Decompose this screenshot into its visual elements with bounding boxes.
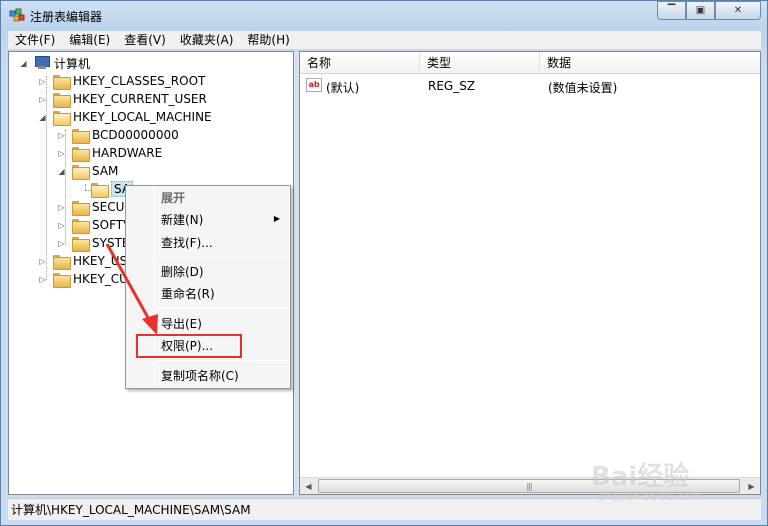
scroll-right-icon[interactable]: ▶	[743, 478, 760, 494]
folder-icon	[53, 254, 71, 270]
minimize-icon: ▔	[667, 5, 676, 16]
column-type[interactable]: 类型	[420, 52, 540, 74]
folder-icon	[72, 128, 90, 144]
tree-node-label: HARDWARE	[92, 146, 163, 160]
folder-open-icon	[53, 110, 71, 126]
registry-editor-window: 注册表编辑器 ▔ ▣ ✕ 文件(F) 编辑(E) 查看(V) 收藏夹(A) 帮助…	[0, 0, 768, 526]
tree-node-software[interactable]: ▷ SOFTV	[57, 216, 131, 234]
close-button[interactable]: ✕	[715, 1, 761, 20]
menu-separator	[156, 257, 288, 258]
window-title: 注册表编辑器	[30, 10, 103, 24]
caption-buttons: ▔ ▣ ✕	[657, 1, 761, 21]
tree-node-label: HKEY_CU	[73, 272, 128, 286]
tree-node-computer[interactable]: ◢ 计算机	[19, 54, 90, 72]
tree-node-security[interactable]: ▷ SECUI	[57, 198, 128, 216]
value-type: REG_SZ	[428, 79, 476, 93]
tree-node-label: SAM	[92, 164, 119, 178]
tree-node-label: 计算机	[54, 56, 91, 71]
value-name: (默认)	[326, 81, 360, 95]
tree-node-label: HKEY_LOCAL_MACHINE	[73, 110, 212, 124]
column-name[interactable]: 名称	[300, 52, 420, 74]
expand-icon[interactable]: ▷	[38, 95, 47, 104]
folder-icon	[53, 92, 71, 108]
tree-node-hku[interactable]: ▷ HKEY_US	[38, 252, 127, 270]
folder-icon	[72, 200, 90, 216]
menu-view[interactable]: 查看(V)	[117, 31, 173, 50]
scroll-left-icon[interactable]: ◀	[300, 478, 317, 494]
tree-node-label: HKEY_CLASSES_ROOT	[73, 74, 206, 88]
menu-item-find[interactable]: 查找(F)...	[161, 233, 213, 253]
menu-edit[interactable]: 编辑(E)	[62, 31, 117, 50]
folder-icon	[72, 146, 90, 162]
watermark: Bai经验 jingyan.baidu.com	[591, 456, 741, 516]
values-list[interactable]: 名称 类型 数据 ab (默认) REG_SZ (数值未设置) ◀ ||| ▶	[299, 51, 761, 495]
folder-icon	[53, 74, 71, 90]
watermark-text: Bai经验	[591, 462, 690, 492]
expand-icon[interactable]: ▷	[57, 221, 66, 230]
expand-icon[interactable]: ▷	[38, 257, 47, 266]
permissions-highlight-box	[136, 334, 242, 358]
column-data[interactable]: 数据	[540, 52, 760, 74]
folder-open-icon	[72, 164, 90, 180]
maximize-button[interactable]: ▣	[686, 1, 715, 20]
value-data: (数值未设置)	[548, 81, 618, 95]
menu-help[interactable]: 帮助(H)	[240, 31, 296, 50]
tree-node-hklm[interactable]: ◢ HKEY_LOCAL_MACHINE	[38, 108, 212, 126]
menu-item-delete[interactable]: 删除(D)	[161, 262, 204, 282]
tree-node-label: HKEY_CURRENT_USER	[73, 92, 207, 106]
maximize-icon: ▣	[695, 5, 706, 16]
menu-item-new[interactable]: 新建(N)	[161, 210, 203, 230]
tree-node-system[interactable]: ▷ SYSTE	[57, 234, 129, 252]
title-bar[interactable]: 注册表编辑器 ▔ ▣ ✕	[1, 1, 767, 31]
expand-icon[interactable]: ▷	[57, 149, 66, 158]
tree-node-label: BCD00000000	[92, 128, 179, 142]
folder-icon	[72, 218, 90, 234]
tree-node-hkcr[interactable]: ▷ HKEY_CLASSES_ROOT	[38, 72, 205, 90]
list-item[interactable]: ab (默认) REG_SZ (数值未设置)	[300, 76, 760, 96]
menu-item-copy-key-name[interactable]: 复制项名称(C)	[161, 366, 239, 386]
folder-open-icon	[91, 182, 109, 198]
tree-node-hkcc[interactable]: ▷ HKEY_CU	[38, 270, 128, 288]
computer-icon	[34, 56, 50, 70]
close-icon: ✕	[733, 5, 743, 16]
menu-item-rename[interactable]: 重命名(R)	[161, 284, 215, 304]
context-menu: 展开 新建(N) ▶ 查找(F)... 删除(D) 重命名(R) 导出(E) 权…	[125, 185, 291, 389]
tree-node-sam[interactable]: ◢ SAM	[57, 162, 118, 180]
regedit-icon	[9, 8, 25, 22]
folder-icon	[72, 236, 90, 252]
expand-icon[interactable]: ▷	[57, 131, 66, 140]
menu-bar: 文件(F) 编辑(E) 查看(V) 收藏夹(A) 帮助(H)	[8, 31, 761, 50]
menu-separator	[156, 308, 288, 309]
collapse-icon[interactable]: ◢	[19, 59, 28, 68]
menu-item-label: 新建(N)	[161, 213, 204, 227]
string-value-icon: ab	[306, 78, 322, 92]
submenu-arrow-icon: ▶	[273, 214, 280, 223]
menu-favorites[interactable]: 收藏夹(A)	[173, 31, 241, 50]
expand-icon[interactable]: ▷	[38, 275, 47, 284]
tree-node-label: SECUI	[92, 200, 128, 214]
collapse-icon[interactable]: ◢	[57, 167, 66, 176]
tree-node-bcd[interactable]: ▷ BCD00000000	[57, 126, 179, 144]
expand-icon[interactable]: ▷	[57, 203, 66, 212]
tree-node-label: HKEY_US	[73, 254, 128, 268]
minimize-button[interactable]: ▔	[657, 1, 686, 20]
menu-separator	[156, 360, 288, 361]
expand-icon[interactable]: ▷	[57, 239, 66, 248]
expand-icon[interactable]: ▷	[38, 77, 47, 86]
column-header: 名称 类型 数据	[300, 52, 760, 74]
menu-item-export[interactable]: 导出(E)	[161, 314, 202, 334]
menu-file[interactable]: 文件(F)	[8, 31, 62, 50]
watermark-url: jingyan.baidu.com	[599, 490, 701, 503]
tree-node-label: SYSTE	[92, 236, 130, 250]
tree-node-hkcu[interactable]: ▷ HKEY_CURRENT_USER	[38, 90, 207, 108]
folder-icon	[53, 272, 71, 288]
collapse-icon[interactable]: ◢	[38, 113, 47, 122]
menu-item-expand[interactable]: 展开	[161, 188, 185, 208]
tree-node-hardware[interactable]: ▷ HARDWARE	[57, 144, 162, 162]
